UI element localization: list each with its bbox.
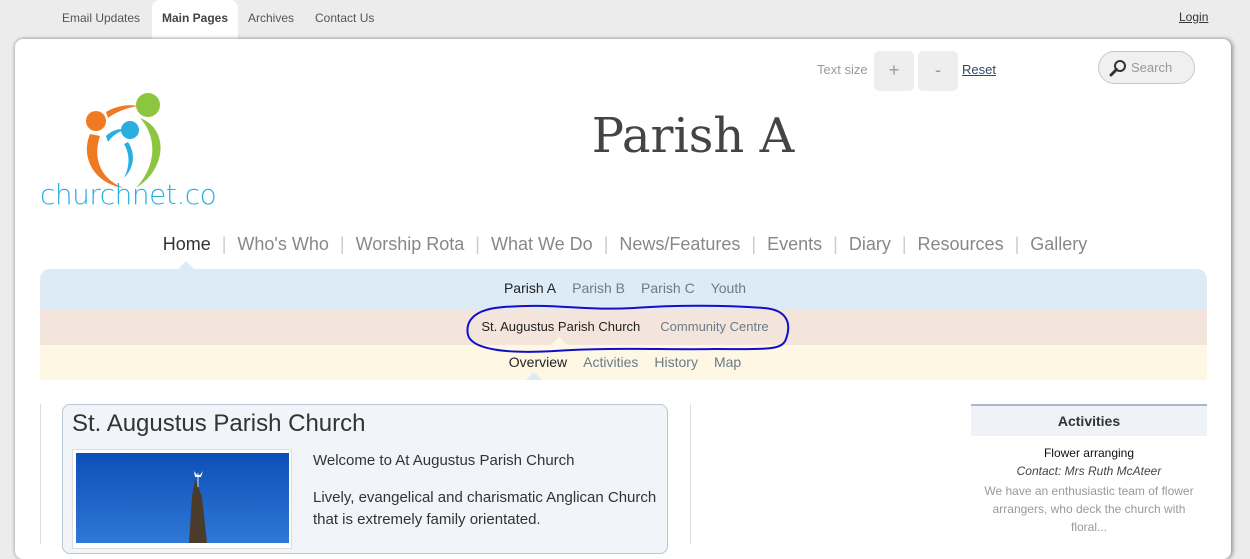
page-nav-activities[interactable]: Activities <box>583 354 638 370</box>
nav-what-we-do[interactable]: What We Do <box>491 234 593 254</box>
active-indicator <box>526 372 542 380</box>
venue-nav-st-augustus[interactable]: St. Augustus Parish Church <box>481 319 640 334</box>
activities-heading: Activities <box>971 404 1207 436</box>
top-bar: Email Updates Main Pages Archives Contac… <box>0 0 1250 40</box>
active-indicator <box>178 261 194 269</box>
parish-nav-parish-b[interactable]: Parish B <box>572 280 625 296</box>
tab-archives[interactable]: Archives <box>248 0 294 40</box>
venue-nav: St. Augustus Parish Church Community Cent… <box>0 319 1250 334</box>
text-size-label: Text size <box>817 62 868 77</box>
search-placeholder: Search <box>1131 60 1173 75</box>
welcome-text: Welcome to At Augustus Parish Church <box>313 452 575 469</box>
increase-text-button[interactable]: + <box>874 51 914 91</box>
page-nav: Overview Activities History Map <box>0 354 1250 370</box>
nav-separator: | <box>603 234 609 254</box>
decrease-text-button[interactable]: - <box>918 51 958 91</box>
nav-events[interactable]: Events <box>767 234 822 254</box>
page-nav-map[interactable]: Map <box>714 354 741 370</box>
activity-title[interactable]: Flower arranging <box>971 446 1207 460</box>
parish-nav-parish-c[interactable]: Parish C <box>641 280 695 296</box>
parish-nav-youth[interactable]: Youth <box>711 280 746 296</box>
activity-contact: Contact: Mrs Ruth McAteer <box>1016 464 1162 478</box>
page-nav-history[interactable]: History <box>654 354 698 370</box>
nav-worship-rota[interactable]: Worship Rota <box>356 234 465 254</box>
logo-wordmark[interactable]: churchnet.co <box>40 178 217 211</box>
nav-home[interactable]: Home <box>163 234 211 254</box>
parish-nav-parish-a[interactable]: Parish A <box>504 280 556 296</box>
parish-nav: Parish A Parish B Parish C Youth <box>0 280 1250 296</box>
nav-diary[interactable]: Diary <box>849 234 891 254</box>
nav-separator: | <box>221 234 227 254</box>
main-nav: Home | Who's Who | Worship Rota | What We Do | N… <box>0 234 1250 255</box>
active-indicator <box>551 337 567 345</box>
page-nav-overview[interactable]: Overview <box>509 354 567 370</box>
login-link[interactable]: Login <box>1179 10 1208 24</box>
search-input[interactable]: Search <box>1098 51 1195 84</box>
description-text-line2: that is extremely family orientated. <box>313 511 541 528</box>
description-text-line1: Lively, evangelical and charismatic Angl… <box>313 489 657 506</box>
church-spire-image[interactable] <box>76 453 289 543</box>
nav-separator: | <box>475 234 480 254</box>
site-title: Parish A <box>591 108 795 164</box>
nav-separator: | <box>901 234 907 254</box>
nav-gallery[interactable]: Gallery <box>1030 234 1087 254</box>
content-divider <box>40 404 41 544</box>
active-indicator <box>517 301 533 309</box>
activity-description: We have an enthusiastic team of flower a… <box>984 484 1194 534</box>
venue-nav-community-centre[interactable]: Community Centre <box>660 319 768 334</box>
nav-news-features[interactable]: News/Features <box>619 234 740 254</box>
nav-separator: | <box>833 234 838 254</box>
search-icon <box>1109 60 1126 77</box>
nav-separator: | <box>1014 234 1020 254</box>
tab-contact-us[interactable]: Contact Us <box>315 0 374 40</box>
nav-resources[interactable]: Resources <box>918 234 1004 254</box>
tab-email-updates[interactable]: Email Updates <box>62 0 140 40</box>
content-divider <box>690 404 691 544</box>
tab-main-pages[interactable]: Main Pages <box>152 0 238 40</box>
content-title: St. Augustus Parish Church <box>72 410 366 437</box>
nav-whos-who[interactable]: Who's Who <box>237 234 328 254</box>
nav-separator: | <box>751 234 757 254</box>
reset-text-link[interactable]: Reset <box>962 62 996 77</box>
nav-separator: | <box>339 234 345 254</box>
